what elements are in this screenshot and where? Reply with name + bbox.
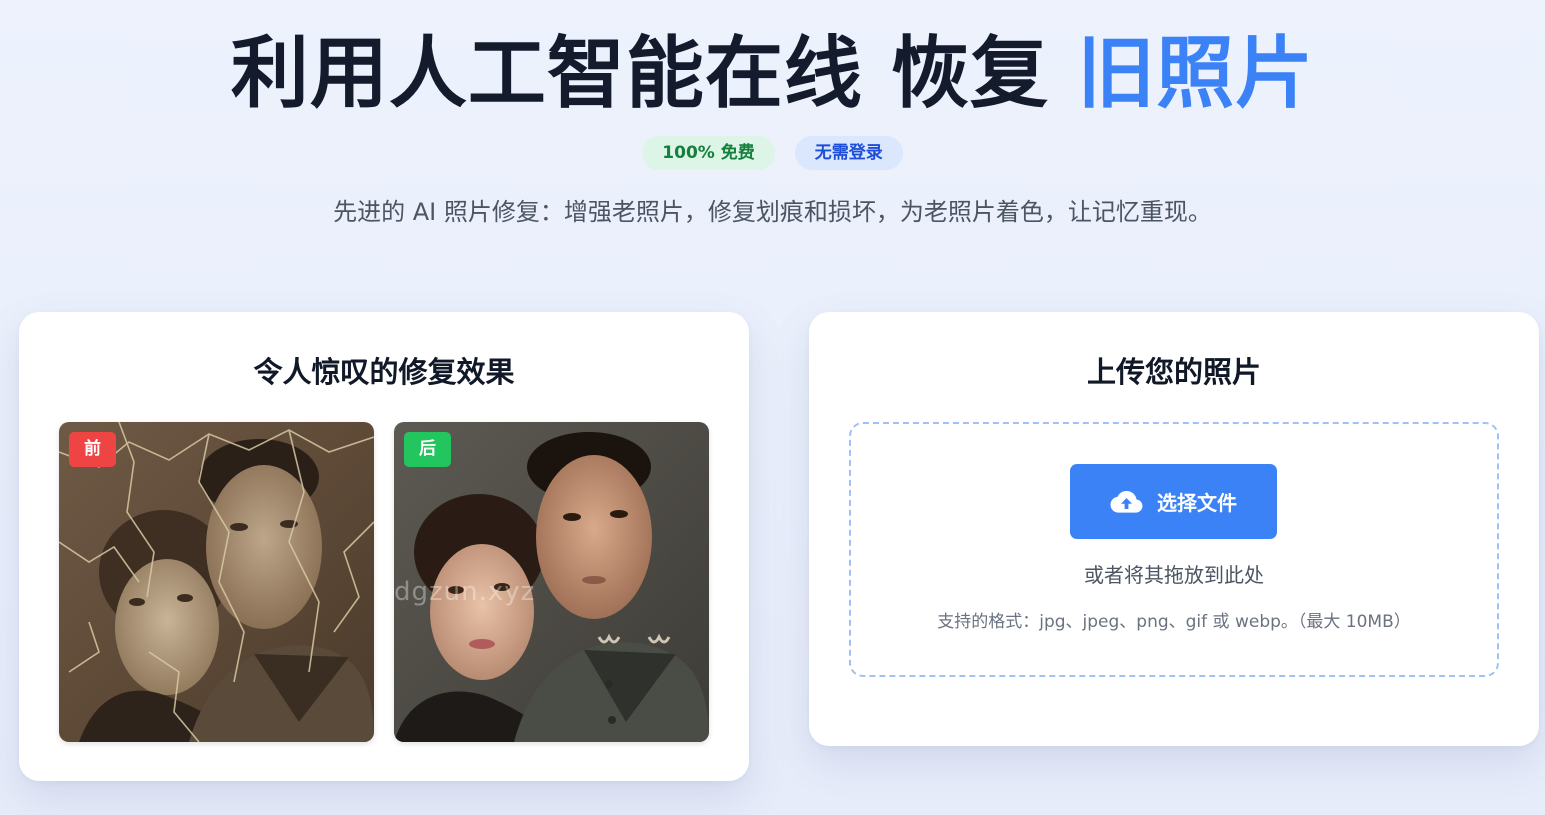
choose-file-button[interactable]: 选择文件 (1070, 464, 1277, 539)
showcase-title: 令人惊叹的修复效果 (253, 355, 515, 389)
hero-title-main: 利用人工智能在线 恢复 (230, 29, 1078, 119)
hero-title: 利用人工智能在线 恢复 旧照片 (0, 28, 1545, 120)
supported-formats: 支持的格式：jpg、jpeg、png、gif 或 webp。（最大 10MB） (937, 612, 1411, 632)
hero-subtitle: 先进的 AI 照片修复：增强老照片，修复划痕和损坏，为老照片着色，让记忆重现。 (333, 198, 1212, 226)
watermark: dgzun.xyz (394, 577, 536, 607)
upload-dropzone[interactable]: 选择文件 或者将其拖放到此处 支持的格式：jpg、jpeg、png、gif 或 … (849, 422, 1499, 677)
upload-card: 上传您的照片 选择文件 或者将其拖放到此处 支持的格式：jpg、jpeg、png… (809, 312, 1539, 746)
showcase-card: 令人惊叹的修复效果 前 后 dgzun.xyz (19, 312, 749, 781)
before-tag: 前 (69, 432, 116, 467)
before-photo-image (59, 422, 374, 742)
drop-hint: 或者将其拖放到此处 (1084, 563, 1264, 587)
feature-badges: 100% 免费 无需登录 (0, 136, 1545, 170)
after-tag: 后 (404, 432, 451, 467)
after-photo: 后 dgzun.xyz (394, 422, 709, 742)
before-photo: 前 (59, 422, 374, 742)
upload-title: 上传您的照片 (1086, 355, 1261, 389)
choose-file-label: 选择文件 (1157, 491, 1237, 515)
free-badge: 100% 免费 (642, 136, 775, 170)
cloud-upload-icon (1110, 490, 1143, 514)
hero-title-accent: 旧照片 (1077, 29, 1315, 119)
no-login-badge: 无需登录 (794, 136, 903, 170)
